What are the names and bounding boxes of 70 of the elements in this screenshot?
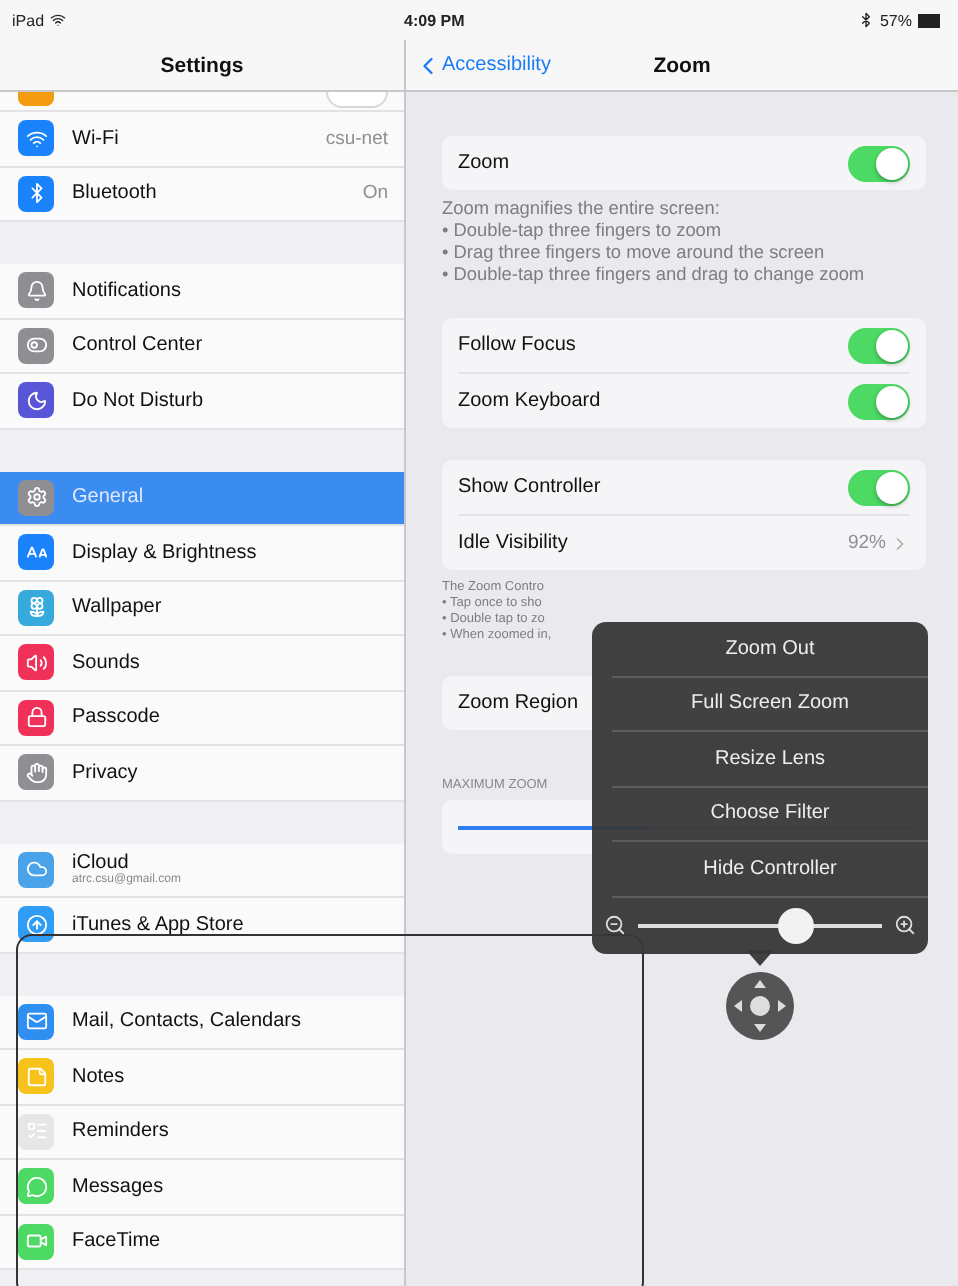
settings-row[interactable]: Wi-Fi csu-net [0, 112, 404, 167]
toggle-switch[interactable] [848, 327, 910, 363]
settings-row[interactable]: Mail, Contacts, Calendars [0, 995, 404, 1050]
clock-time: 4:09 PM [404, 11, 467, 29]
settings-row[interactable]: Control Center [0, 319, 404, 374]
row-label: Zoom [458, 152, 510, 174]
menu-item[interactable]: Hide Controller [612, 842, 928, 897]
row-label: Notes [72, 1065, 127, 1088]
menu-item[interactable]: Resize Lens [612, 732, 928, 787]
settings-row[interactable]: Reminders [0, 1105, 404, 1160]
menu-item[interactable]: Full Screen Zoom [612, 677, 928, 732]
row-value: On [362, 182, 388, 205]
settings-row[interactable]: FaceTime [0, 1215, 404, 1270]
row-label: iCloud [72, 852, 129, 875]
row-value: 92% [847, 532, 886, 554]
row-label: Privacy [72, 761, 140, 784]
row-label: Control Center [72, 334, 205, 357]
row-label: Sounds [72, 651, 142, 674]
row-label: Idle Visibility [458, 532, 568, 554]
settings-row[interactable]: Do Not Disturb [0, 374, 404, 429]
zoom-in-icon [894, 914, 916, 936]
menu-item[interactable]: Zoom Out [612, 622, 928, 677]
toggle-switch[interactable] [848, 383, 910, 419]
settings-row[interactable]: Passcode [0, 691, 404, 746]
row-label: Bluetooth [72, 182, 159, 205]
row-label: Reminders [72, 1120, 171, 1143]
footer-text: • Double-tap three fingers to zoom [442, 220, 724, 242]
page-title: Zoom [651, 53, 713, 77]
zoom-out-icon [604, 914, 626, 936]
row-label: Show Controller [458, 476, 601, 498]
menu-item[interactable]: Choose Filter [612, 787, 928, 842]
settings-row[interactable]: iTunes & App Store [0, 898, 404, 953]
battery-icon [918, 13, 942, 27]
carrier-label: iPad [12, 11, 45, 29]
toggle-switch[interactable] [326, 92, 388, 108]
toggle-switch[interactable] [848, 145, 910, 181]
wifi-icon [50, 12, 67, 28]
toggle-switch[interactable] [848, 469, 910, 505]
row-label: Wi-Fi [72, 127, 121, 150]
battery-percent: 57% [879, 11, 912, 29]
row-label: FaceTime [72, 1230, 163, 1253]
row-label: Follow Focus [458, 334, 576, 356]
sidebar-title: Settings [0, 40, 404, 92]
settings-row[interactable]: Notes [0, 1050, 404, 1105]
joystick-icon[interactable] [726, 972, 794, 1040]
footer-text: • Double-tap three fingers and drag to change zoom [442, 264, 867, 286]
settings-row[interactable]: Wallpaper [0, 581, 404, 636]
row-label: Do Not Disturb [72, 389, 206, 412]
row-label: Display & Brightness [72, 541, 259, 564]
row-label: iTunes & App Store [72, 913, 246, 936]
settings-row[interactable]: Notifications [0, 264, 404, 319]
back-link[interactable]: Accessibility [406, 51, 566, 79]
row-label: Zoom Keyboard [458, 390, 601, 412]
row-value: csu-net [325, 127, 388, 150]
row-label: Notifications [72, 279, 183, 302]
footer-text: • Drag three fingers to move around the screen [442, 242, 827, 264]
row-label: Messages [72, 1175, 166, 1198]
settings-row[interactable]: Bluetooth On [0, 167, 404, 222]
row-label: Zoom Region [458, 692, 579, 714]
settings-row[interactable]: Display & Brightness [0, 526, 404, 581]
row-label: Passcode [72, 706, 162, 729]
settings-row[interactable]: Privacy [0, 746, 404, 801]
bluetooth-icon [857, 12, 874, 28]
row-label: General [72, 486, 146, 509]
settings-row[interactable]: Sounds [0, 636, 404, 691]
footer-text: Zoom magnifies the entire screen: [442, 198, 722, 220]
settings-row[interactable]: Messages [0, 1160, 404, 1215]
slider-thumb[interactable] [778, 907, 815, 943]
row-label: Wallpaper [72, 596, 164, 619]
row-label: Mail, Contacts, Calendars [72, 1010, 303, 1033]
